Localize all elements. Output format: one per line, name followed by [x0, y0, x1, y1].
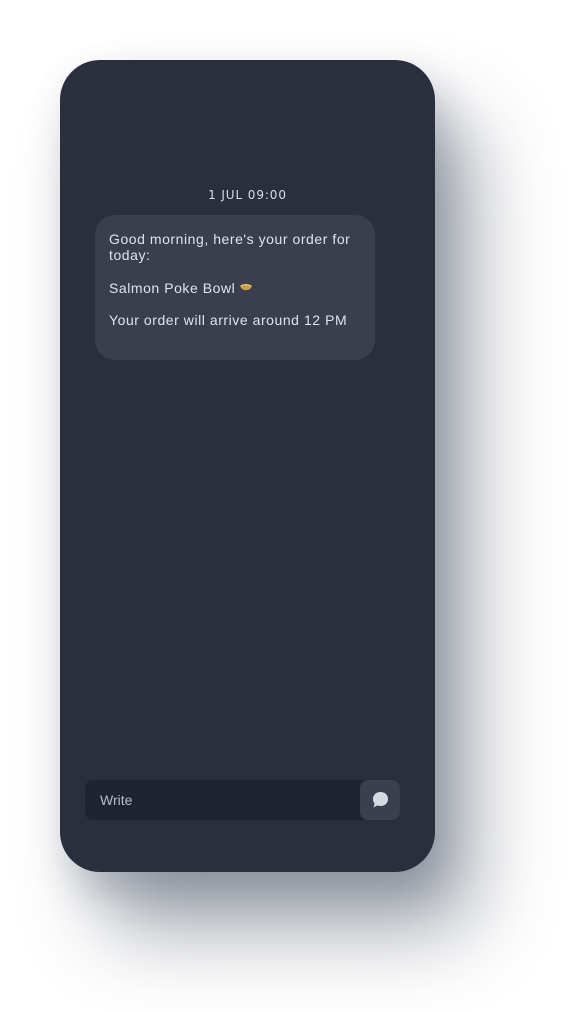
bowl-icon	[239, 279, 253, 291]
stage: 1 JUL 09:00 Good morning, here's your or…	[0, 0, 575, 1012]
message-input[interactable]	[85, 780, 355, 820]
message-order-line: Salmon Poke Bowl	[109, 279, 361, 296]
message-arrival: Your order will arrive around 12 PM	[109, 312, 348, 328]
phone-screen: 1 JUL 09:00 Good morning, here's your or…	[60, 60, 435, 872]
message-composer	[85, 780, 400, 820]
send-button[interactable]	[360, 780, 400, 820]
message-bubble: Good morning, here's your order for toda…	[95, 215, 375, 360]
speech-bubble-icon	[373, 792, 388, 808]
order-item-name: Salmon Poke Bowl	[109, 280, 236, 296]
message-greeting: Good morning, here's your order for toda…	[109, 231, 351, 263]
message-timestamp: 1 JUL 09:00	[208, 188, 287, 202]
